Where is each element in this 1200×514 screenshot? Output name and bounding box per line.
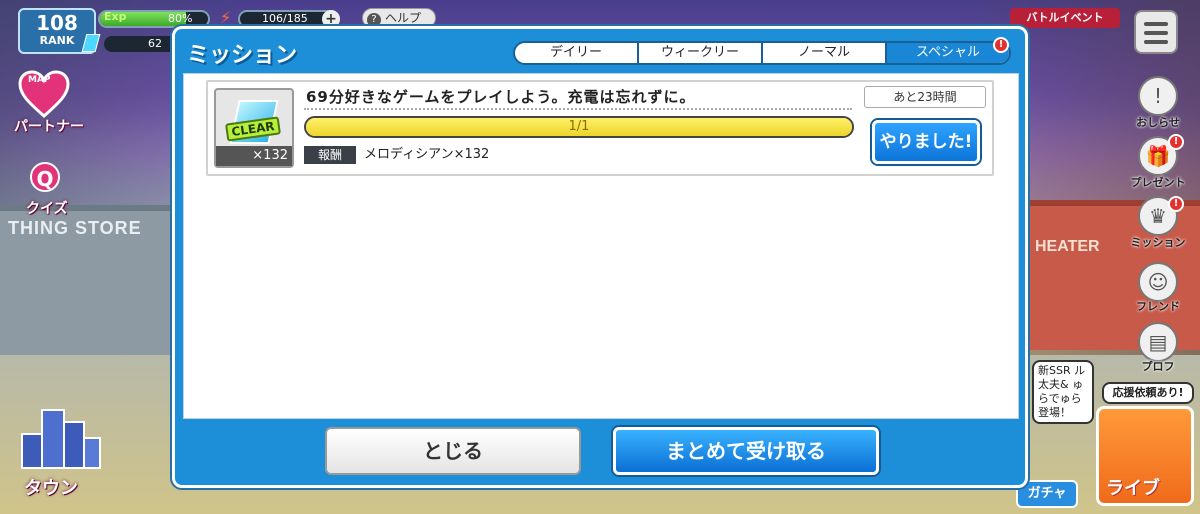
town-label[interactable]: タウン: [24, 474, 78, 500]
divider: [304, 108, 852, 110]
help-label: ヘルプ: [385, 11, 422, 25]
question-icon: ?: [367, 13, 381, 27]
tab-special[interactable]: スペシャル: [887, 43, 1009, 63]
menu-bar-icon: [1144, 40, 1168, 44]
mission-title: 69分好きなゲームをプレイしよう。充電は忘れずに。: [306, 88, 696, 106]
friend-label[interactable]: フレンド: [1126, 298, 1190, 314]
tab-daily[interactable]: デイリー: [515, 43, 639, 63]
friend-icon[interactable]: ☺: [1138, 262, 1178, 302]
mission-dialog: ミッション デイリー ウィークリー ノーマル スペシャル ! CLEAR ×13…: [172, 26, 1028, 488]
partner-heart-icon[interactable]: MAP: [18, 70, 70, 118]
reward-text: メロディシアン×132: [364, 147, 490, 162]
mission-list: CLEAR ×132 69分好きなゲームをプレイしよう。充電は忘れずに。 1/1…: [183, 73, 1019, 419]
profile-icon[interactable]: ▤: [1138, 322, 1178, 362]
claim-all-button[interactable]: まとめて受け取る: [613, 427, 879, 475]
mission-progress-bar: 1/1: [304, 116, 854, 138]
time-remaining: あと23時間: [864, 86, 986, 108]
profile-label[interactable]: プロフ: [1126, 358, 1190, 374]
stamina-icon: ⚡: [220, 8, 232, 27]
close-button[interactable]: とじる: [325, 427, 581, 475]
menu-bar-icon: [1144, 22, 1168, 26]
exp-label: Exp: [104, 10, 127, 23]
reward-item-icon: CLEAR ×132: [214, 88, 294, 168]
exp-percent: 80%: [168, 12, 193, 25]
progress-text: 1/1: [568, 119, 590, 134]
quiz-label[interactable]: クイズ: [26, 198, 68, 218]
mission-tabs: デイリー ウィークリー ノーマル スペシャル: [513, 41, 1011, 65]
stamina-value: 106/185: [262, 12, 308, 25]
mission-label[interactable]: ミッション: [1126, 234, 1190, 250]
reward-label: 報酬: [304, 146, 356, 164]
map-tag: MAP: [28, 75, 51, 85]
present-badge: !: [1168, 134, 1184, 150]
battle-event-banner[interactable]: バトルイベント: [1010, 8, 1120, 28]
news-bubble[interactable]: 新SSR ル太夫& ゅらでゅら 登場！: [1032, 360, 1094, 424]
town-icon[interactable]: [18, 404, 104, 470]
mission-done-button[interactable]: やりました!: [872, 120, 980, 164]
store-sign: THING STORE: [8, 218, 142, 238]
gem-count: 62: [148, 37, 162, 50]
quiz-icon[interactable]: Q: [30, 162, 60, 192]
special-tab-badge: !: [993, 37, 1009, 53]
live-label[interactable]: ライブ: [1106, 474, 1160, 500]
theater-sign: HEATER: [1035, 238, 1100, 255]
menu-button[interactable]: [1134, 10, 1178, 54]
mission-item: CLEAR ×132 69分好きなゲームをプレイしよう。充電は忘れずに。 1/1…: [206, 80, 994, 176]
tab-weekly[interactable]: ウィークリー: [639, 43, 763, 63]
partner-label[interactable]: パートナー: [14, 116, 84, 136]
dialog-title: ミッション: [187, 43, 298, 68]
news-icon[interactable]: !: [1138, 76, 1178, 116]
help-button[interactable]: ? ヘルプ: [362, 8, 436, 28]
reward-quantity: ×132: [216, 146, 292, 166]
gem-bar: [104, 36, 178, 52]
tab-normal[interactable]: ノーマル: [763, 43, 887, 63]
menu-bar-icon: [1144, 31, 1168, 35]
news-label[interactable]: おしらせ: [1126, 114, 1190, 130]
mission-badge: !: [1168, 196, 1184, 212]
rank-number: 108: [36, 11, 78, 35]
support-request-bubble[interactable]: 応援依頼あり!: [1102, 382, 1194, 404]
present-label[interactable]: プレゼント: [1126, 174, 1190, 190]
